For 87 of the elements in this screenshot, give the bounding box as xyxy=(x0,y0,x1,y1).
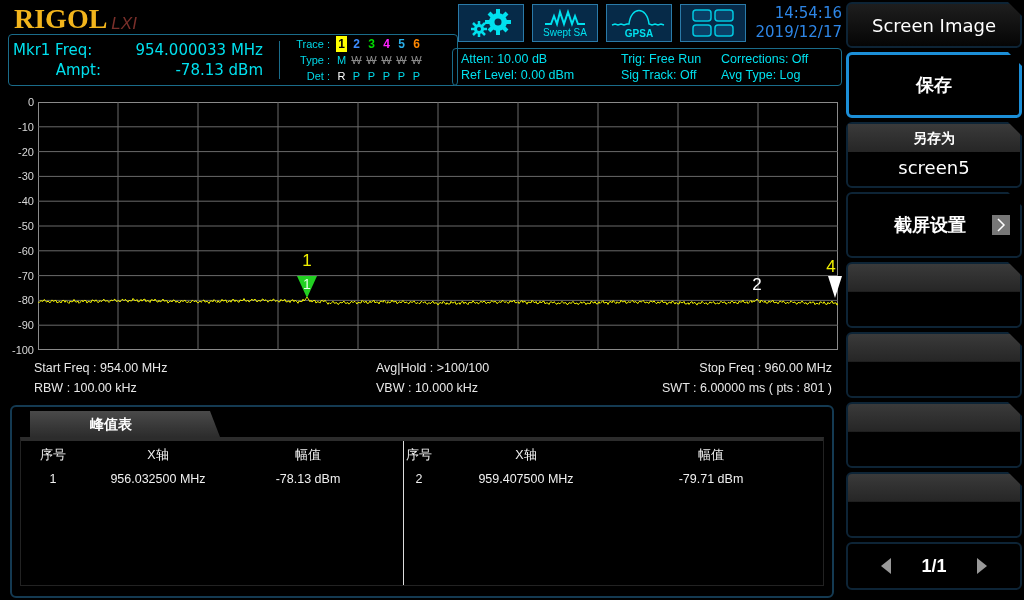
axis-label: -10 xyxy=(17,119,34,134)
column-header: 幅值 xyxy=(294,447,322,464)
trace-number[interactable]: 4 xyxy=(381,36,392,52)
next-page-icon[interactable] xyxy=(976,558,987,574)
page-indicator: 1/1 xyxy=(921,555,947,577)
column-header: 序号 xyxy=(405,447,433,464)
marker-label: 2 xyxy=(752,276,762,294)
clock-time: 14:54:16 xyxy=(773,4,842,23)
brand-logo: RIGOL xyxy=(14,4,108,34)
layout-button[interactable] xyxy=(680,4,746,42)
trace-number[interactable]: 2 xyxy=(351,36,362,52)
trace-detector: P xyxy=(411,69,422,84)
trace-detector: P xyxy=(381,69,392,84)
trace-number[interactable]: 3 xyxy=(366,36,377,52)
chevron-icon xyxy=(992,215,1010,235)
trace-detector: P xyxy=(351,69,362,84)
status-text: Atten: 10.00 dB xyxy=(461,51,549,67)
softkey-button[interactable]: 截屏设置 xyxy=(846,192,1022,258)
axis-label: -70 xyxy=(17,268,34,283)
trace-type: W xyxy=(350,53,363,68)
softkey-button[interactable]: 保存 xyxy=(846,52,1022,118)
marker-label: 4 xyxy=(826,258,836,276)
axis-label: -20 xyxy=(17,144,34,159)
softkey-button[interactable]: 另存为 screen5 xyxy=(846,122,1022,188)
trace-number[interactable]: 5 xyxy=(396,36,407,52)
trace-type: W xyxy=(395,53,408,68)
axis-label: 0 xyxy=(26,95,34,109)
trace-detector: R xyxy=(336,69,347,84)
column-header: 序号 xyxy=(39,447,67,464)
sweep-setting: Start Freq : 954.00 MHz xyxy=(34,360,169,377)
status-text: Ref Level: 0.00 dBm xyxy=(461,67,576,83)
table-cell-text: -79.71 dBm xyxy=(677,471,745,488)
status-text: Corrections: Off xyxy=(721,51,809,67)
sweep-setting: Stop Freq : 960.00 MHz xyxy=(698,360,832,377)
grid-icon xyxy=(691,8,735,38)
sweep-setting: Avg|Hold : >100/100 xyxy=(376,360,491,377)
trace-label: Trace : xyxy=(295,37,331,52)
axis-label: -40 xyxy=(17,194,34,209)
marker-freq-value: 954.000033 MHz xyxy=(134,41,264,59)
trace-detector: P xyxy=(366,69,377,84)
amplitude-label: Ampt: xyxy=(54,61,101,79)
amplitude-value: -78.13 dBm xyxy=(174,61,264,79)
trace-type: M xyxy=(335,53,348,68)
axis-label: -50 xyxy=(17,219,34,233)
axis-label: -80 xyxy=(17,293,34,308)
trace-type: W xyxy=(410,53,423,68)
axis-label: -100 xyxy=(10,342,34,357)
table-cell-text: -78.13 dBm xyxy=(274,471,342,488)
status-text: Trig: Free Run xyxy=(621,51,703,67)
settings-button[interactable] xyxy=(458,4,524,42)
trace-type: W xyxy=(365,53,378,68)
trace-number[interactable]: 1 xyxy=(336,36,347,52)
filename-value: screen5 xyxy=(898,156,970,180)
table-cell-text: 2 xyxy=(414,471,424,488)
lxi-label: LXI xyxy=(111,14,137,34)
menu-title: Screen Image xyxy=(846,2,1022,48)
status-text: Sig Track: Off xyxy=(621,67,698,83)
detector-label: Det : xyxy=(305,69,331,84)
trace-detector: P xyxy=(396,69,407,84)
trace-type: W xyxy=(380,53,393,68)
table-cell-text: 1 xyxy=(48,471,58,488)
bandwidth-icon xyxy=(611,7,667,28)
sweep-setting: RBW : 100.00 kHz xyxy=(34,380,138,397)
swept-sa-button[interactable]: Swept SA xyxy=(532,4,598,42)
table-cell-text: 956.032500 MHz xyxy=(109,471,207,488)
column-header: X轴 xyxy=(514,447,538,464)
marker-flag: 1 xyxy=(297,276,317,298)
softkey-label: 另存为 xyxy=(848,124,1020,152)
marker-label: 1 xyxy=(302,252,312,270)
sweep-setting: VBW : 10.000 kHz xyxy=(376,380,480,397)
status-text: Avg Type: Log xyxy=(721,67,802,83)
previous-page-icon[interactable] xyxy=(881,558,892,574)
column-header: X轴 xyxy=(146,447,170,464)
peak-table-tab[interactable]: 峰值表 xyxy=(30,411,220,437)
column-header: 幅值 xyxy=(697,447,725,464)
axis-label: -90 xyxy=(17,318,34,333)
trace-number[interactable]: 6 xyxy=(411,36,422,52)
axis-label: -60 xyxy=(17,243,34,258)
axis-label: -30 xyxy=(17,169,34,184)
marker-freq-label: Mkr1 Freq: xyxy=(13,41,94,59)
softkey-label: 截屏设置 xyxy=(893,213,967,237)
clock-date: 2019/12/17 xyxy=(754,23,842,42)
sweep-setting: SWT : 6.00000 ms ( pts : 801 ) xyxy=(661,380,832,397)
table-cell-text: 959.407500 MHz xyxy=(477,471,575,488)
spectrum-icon xyxy=(543,8,587,27)
type-label: Type : xyxy=(299,53,331,68)
gpsa-button[interactable]: GPSA xyxy=(606,4,672,42)
